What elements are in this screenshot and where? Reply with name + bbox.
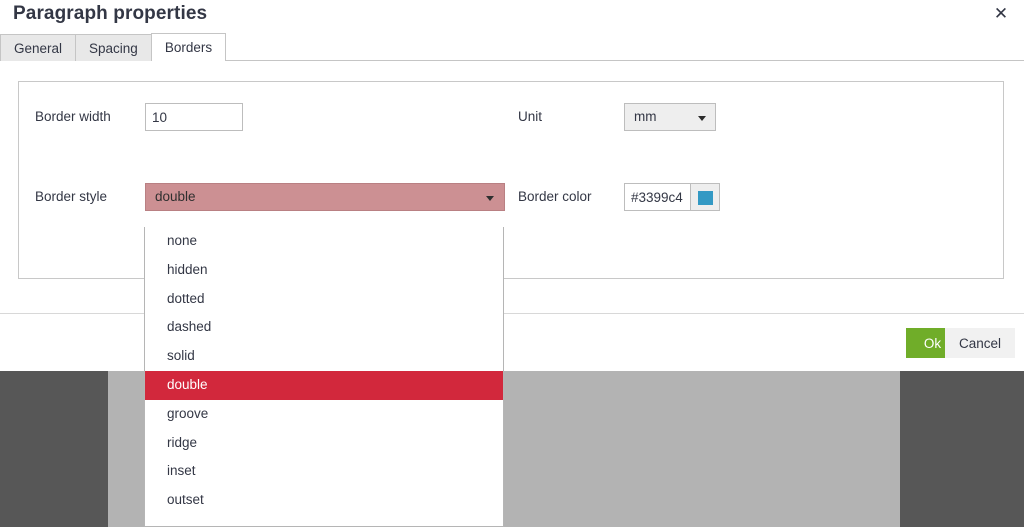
dropdown-option-inset[interactable]: inset (145, 457, 503, 486)
dropdown-option-solid[interactable]: solid (145, 342, 503, 371)
form-row-style-color: Border style double Border color (19, 183, 1003, 223)
dropdown-option-none[interactable]: none (145, 227, 503, 256)
unit-select[interactable]: mm (624, 103, 716, 131)
dropdown-option-double[interactable]: double (145, 370, 503, 400)
page-title: Paragraph properties (13, 3, 208, 24)
border-style-select[interactable]: double (145, 183, 505, 211)
unit-select-value: mm (634, 109, 657, 124)
backdrop-band-left (0, 362, 108, 527)
dropdown-option-outset[interactable]: outset (145, 486, 503, 515)
tab-spacing[interactable]: Spacing (75, 34, 152, 61)
border-color-label: Border color (518, 189, 592, 204)
border-style-select-value: double (155, 189, 196, 204)
tab-general[interactable]: General (0, 34, 77, 61)
dropdown-option-hidden[interactable]: hidden (145, 256, 503, 285)
border-style-dropdown-list[interactable]: none hidden dotted dashed solid double groove r… (144, 227, 504, 527)
border-width-input[interactable] (145, 103, 243, 131)
border-style-label: Border style (35, 189, 108, 204)
backdrop-band-right (900, 362, 1024, 527)
form-row-width-unit: Border width Unit mm (19, 103, 1003, 143)
chevron-down-icon (698, 116, 706, 121)
dialog-header: Paragraph properties ✕ (0, 0, 1024, 33)
border-width-label: Border width (35, 109, 111, 124)
tab-bar: General Spacing Borders (0, 33, 1024, 61)
unit-label: Unit (518, 109, 543, 124)
dropdown-option-dashed[interactable]: dashed (145, 313, 503, 342)
dropdown-option-groove[interactable]: groove (145, 400, 503, 429)
color-picker-button[interactable] (690, 183, 720, 211)
close-icon[interactable]: ✕ (991, 4, 1011, 24)
tab-borders[interactable]: Borders (150, 33, 227, 61)
color-swatch-icon (698, 191, 713, 205)
dropdown-option-dotted[interactable]: dotted (145, 285, 503, 314)
dropdown-option-ridge[interactable]: ridge (145, 429, 503, 458)
cancel-button[interactable]: Cancel (944, 328, 1015, 358)
chevron-down-icon (486, 196, 494, 201)
border-color-input[interactable] (624, 183, 690, 211)
